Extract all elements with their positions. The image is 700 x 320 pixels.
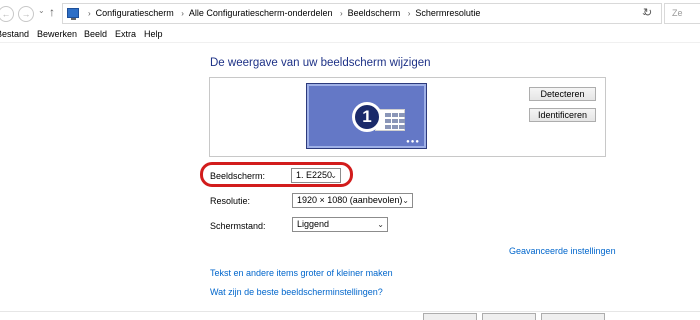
display-select[interactable]: 1. E2250 ⌄ xyxy=(291,168,341,183)
menu-view[interactable]: Beeld xyxy=(84,29,107,39)
search-input[interactable]: Ze xyxy=(664,3,700,24)
display-label: Beeldscherm: xyxy=(210,171,266,181)
breadcrumb: › Configuratiescherm › Alle Configuratiesc… xyxy=(83,8,480,18)
breadcrumb-item[interactable]: Alle Configuratiescherm-onderdelen xyxy=(189,8,333,18)
refresh-icon[interactable]: ↻ xyxy=(643,6,652,19)
page-title: De weergave van uw beeldscherm wijzigen xyxy=(210,57,431,69)
chevron-down-icon: ⌄ xyxy=(402,196,409,205)
menu-tools[interactable]: Extra xyxy=(115,29,136,39)
resolution-label: Resolutie: xyxy=(210,196,251,206)
monitor-dots-icon: ●●● xyxy=(406,139,420,145)
forward-icon[interactable]: → xyxy=(18,6,34,22)
identify-button[interactable]: Identificeren xyxy=(529,108,596,122)
recent-pages-icon[interactable]: ⌄ xyxy=(38,6,45,15)
text-size-link[interactable]: Tekst en andere items groter of kleiner … xyxy=(210,268,393,278)
orientation-label: Schermstand: xyxy=(210,221,266,231)
monitor-number: 1 xyxy=(352,102,382,132)
menu-edit[interactable]: Bewerken xyxy=(37,29,77,39)
breadcrumb-item[interactable]: Schermresolutie xyxy=(415,8,480,18)
chevron-down-icon: ⌄ xyxy=(330,171,337,180)
advanced-settings-link[interactable]: Geavanceerde instellingen xyxy=(509,246,616,256)
resolution-select[interactable]: 1920 × 1080 (aanbevolen) ⌄ xyxy=(292,193,413,208)
up-icon[interactable]: ↑ xyxy=(49,5,55,19)
display-value: 1. E2250 xyxy=(296,170,333,180)
detect-button[interactable]: Detecteren xyxy=(529,87,596,101)
address-bar: ← → ⌄ ↑ › Configuratiescherm › Alle Config… xyxy=(0,0,700,27)
chevron-down-icon: ⌄ xyxy=(377,220,384,229)
back-icon[interactable]: ← xyxy=(0,6,14,22)
chevron-right-icon: › xyxy=(181,9,184,18)
path-box[interactable]: › Configuratiescherm › Alle Configuratiesc… xyxy=(62,3,662,24)
menu-file[interactable]: Bestand xyxy=(0,29,29,39)
orientation-value: Liggend xyxy=(297,219,330,229)
chevron-right-icon: › xyxy=(88,9,91,18)
best-settings-link[interactable]: Wat zijn de beste beeldscherminstellinge… xyxy=(210,287,383,297)
chevron-right-icon: › xyxy=(340,9,343,18)
breadcrumb-item[interactable]: Configuratiescherm xyxy=(96,8,174,18)
breadcrumb-item[interactable]: Beeldscherm xyxy=(348,8,401,18)
chevron-right-icon: › xyxy=(407,9,411,18)
menu-bar: Bestand Bewerken Beeld Extra Help xyxy=(0,28,700,43)
divider xyxy=(0,311,700,312)
resolution-value: 1920 × 1080 (aanbevolen) xyxy=(297,195,403,205)
monitor-1-tile[interactable]: 1 ●●● xyxy=(306,83,427,149)
menu-help[interactable]: Help xyxy=(144,29,163,39)
orientation-select[interactable]: Liggend ⌄ xyxy=(292,217,388,232)
control-panel-icon xyxy=(67,8,79,20)
search-placeholder: Ze xyxy=(672,8,683,18)
display-preview: 1 ●●● Detecteren Identificeren xyxy=(209,77,606,157)
